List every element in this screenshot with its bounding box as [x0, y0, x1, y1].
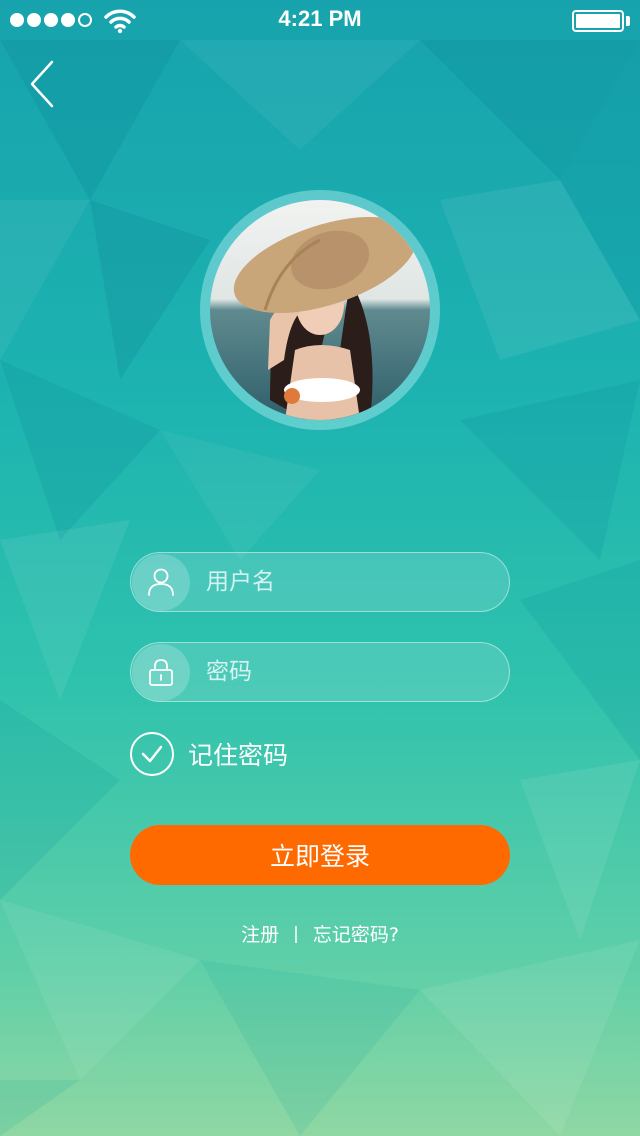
password-field[interactable]	[130, 642, 510, 702]
register-link[interactable]: 注册	[241, 920, 279, 947]
battery-level	[576, 14, 620, 28]
chevron-left-icon	[30, 60, 54, 108]
status-bar: 4:21 PM	[0, 0, 640, 40]
login-button[interactable]: 立即登录	[130, 825, 510, 885]
avatar-photo	[210, 200, 430, 420]
avatar-ring	[200, 190, 440, 430]
battery-tip	[626, 16, 630, 26]
user-icon-wrap	[132, 553, 190, 611]
user-icon	[148, 568, 174, 596]
back-button[interactable]	[22, 56, 70, 112]
check-icon	[141, 745, 163, 763]
battery-icon	[572, 10, 624, 32]
lock-icon	[149, 659, 173, 686]
check-circle-icon	[130, 732, 174, 776]
password-input[interactable]	[190, 643, 509, 701]
username-input[interactable]	[190, 553, 509, 611]
lock-icon-wrap	[132, 643, 190, 701]
link-separator: |	[293, 923, 299, 944]
forgot-password-link[interactable]: 忘记密码?	[313, 920, 399, 947]
remember-password-checkbox[interactable]: 记住密码	[130, 732, 288, 776]
status-time: 4:21 PM	[278, 6, 362, 31]
username-field[interactable]	[130, 552, 510, 612]
bottom-links: 注册 | 忘记密码?	[0, 920, 640, 947]
remember-password-label: 记住密码	[188, 741, 289, 770]
avatar[interactable]	[210, 200, 430, 420]
